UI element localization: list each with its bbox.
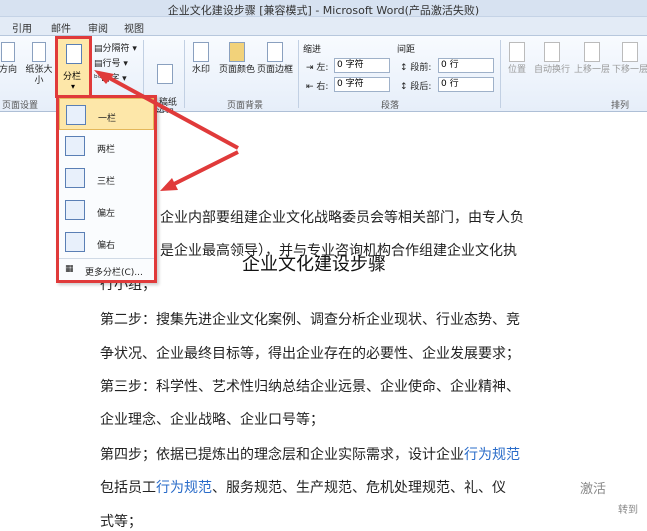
arrow-to-menu bbox=[169, 150, 239, 188]
arrowhead-icon bbox=[94, 70, 114, 84]
arrow-to-columns-button bbox=[101, 72, 239, 150]
annotation-arrows bbox=[94, 70, 239, 191]
